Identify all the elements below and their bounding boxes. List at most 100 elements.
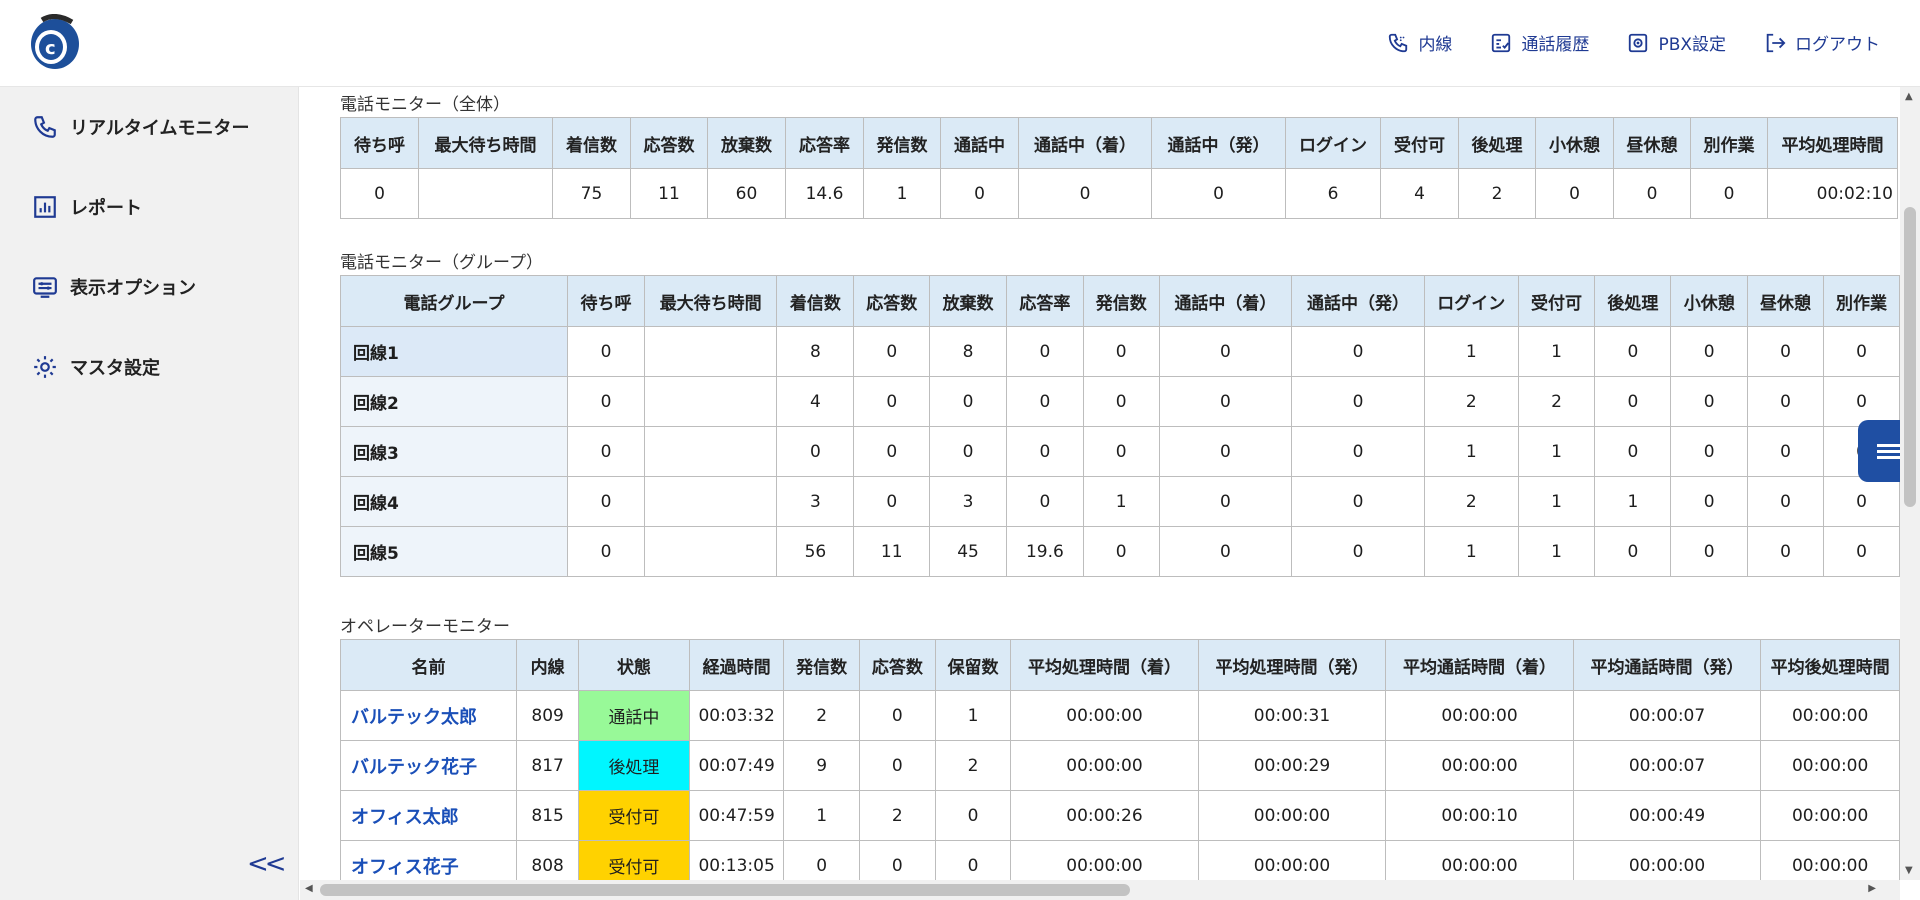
phone-icon [1389, 33, 1408, 52]
table-cell: 0 [934, 790, 1012, 841]
table-cell: 0 [1158, 526, 1293, 577]
column-header: 小休憩 [1670, 275, 1749, 327]
table-cell: 0 [1594, 426, 1672, 477]
nav-call-history[interactable]: 通話履歴 [1490, 30, 1589, 55]
table-cell [643, 326, 778, 377]
table-cell: 0 [1670, 426, 1749, 477]
table-cell: 60 [707, 168, 786, 219]
table-cell: 0 [1594, 326, 1672, 377]
column-header: 受付可 [1517, 275, 1596, 327]
table-cell: 00:00:07 [1572, 740, 1762, 791]
sidebar-item-master-settings[interactable]: マスタ設定 [32, 354, 160, 380]
table-cell: 0 [1005, 426, 1084, 477]
table-cell: 0 [567, 426, 645, 477]
table-cell: 0 [1291, 476, 1425, 527]
column-header: 平均後処理時間 [1760, 639, 1900, 691]
sidebar-collapse-button[interactable]: << [247, 849, 287, 879]
table-cell: 8 [929, 326, 1007, 377]
table-cell: 0 [1670, 376, 1749, 427]
column-header: 別作業 [1690, 117, 1768, 169]
operator-name-link[interactable]: オフィス花子 [339, 840, 518, 880]
table-cell [643, 526, 778, 577]
operator-name-link[interactable]: オフィス太郎 [339, 790, 518, 841]
column-header: 応答率 [785, 117, 864, 169]
table-cell: 1 [1423, 526, 1519, 577]
scroll-left-arrow-icon[interactable]: ◀ [305, 883, 313, 894]
table-cell: 808 [516, 840, 580, 880]
table-cell: 0 [1291, 426, 1425, 477]
table-cell: 0 [1158, 326, 1293, 377]
column-header: 放棄数 [929, 275, 1007, 327]
nav-logout[interactable]: ログアウト [1764, 30, 1880, 55]
table-cell: 0 [1747, 376, 1824, 427]
table-cell: 3 [776, 476, 855, 527]
table-cell: 0 [858, 740, 936, 791]
nav-extension[interactable]: 内線 [1387, 30, 1452, 55]
table-cell: 0 [1291, 376, 1425, 427]
column-header: 平均処理時間 [1767, 117, 1898, 169]
table-cell [643, 376, 778, 427]
status-badge: 後処理 [578, 740, 690, 791]
table-cell: 00:02:10 [1767, 168, 1898, 219]
table-cell: 2 [1458, 168, 1536, 219]
scroll-up-arrow-icon[interactable]: ▲ [1905, 91, 1913, 102]
column-header: 通話中 [940, 117, 1019, 169]
operator-name-link[interactable]: バルテック花子 [339, 740, 518, 791]
table-cell [643, 426, 778, 477]
table-cell: 0 [1747, 476, 1824, 527]
horizontal-scroll-thumb[interactable] [320, 884, 1130, 896]
column-header: 発信数 [863, 117, 941, 169]
column-header: 電話グループ [339, 275, 569, 327]
table-header-row: 名前 内線 状態 経過時間 発信数 応答数 保留数 平均処理時間（着） 平均処理時間（発） 平均通… [339, 639, 1900, 691]
status-badge: 通話中 [578, 690, 690, 741]
scroll-right-arrow-icon[interactable]: ▶ [1868, 883, 1876, 894]
table-cell: 2 [1517, 376, 1596, 427]
group-monitor-title: 電話モニター（グループ） [340, 253, 543, 273]
horizontal-scrollbar[interactable]: ◀ ▶ [300, 880, 1900, 900]
sidebar-item-display-options[interactable]: 表示オプション [32, 274, 196, 300]
table-cell: 56 [776, 526, 855, 577]
table-cell: 0 [853, 376, 931, 427]
column-header: ログイン [1423, 275, 1519, 327]
column-header: 着信数 [552, 117, 631, 169]
table-cell: 0 [853, 476, 931, 527]
table-cell: 0 [1535, 168, 1614, 219]
table-cell: 0 [567, 526, 645, 577]
table-cell: 2 [934, 740, 1012, 791]
table-cell: 00:00:00 [1760, 740, 1900, 791]
table-cell: 0 [858, 690, 936, 741]
table-cell: 2 [783, 690, 860, 741]
table-cell: 0 [1291, 326, 1425, 377]
vertical-scroll-thumb[interactable] [1904, 207, 1916, 507]
table-cell: 0 [1822, 476, 1900, 527]
table-cell: 00:47:59 [688, 790, 785, 841]
operator-monitor-title: オペレーターモニター [340, 617, 510, 637]
table-cell: 1 [1594, 476, 1672, 527]
sidebar-item-report[interactable]: レポート [32, 194, 142, 220]
nav-extension-label: 内線 [1418, 35, 1453, 55]
column-header: 最大待ち時間 [643, 275, 778, 327]
nav-pbx-settings[interactable]: PBX設定 [1627, 30, 1726, 55]
table-cell: 0 [1670, 526, 1749, 577]
table-cell: 815 [516, 790, 580, 841]
table-cell: 1 [934, 690, 1012, 741]
table-cell: 1 [1517, 526, 1596, 577]
table-cell: 0 [567, 376, 645, 427]
table-cell: 00:00:31 [1197, 690, 1387, 741]
table-cell: 00:00:10 [1385, 790, 1574, 841]
table-cell: 00:07:49 [688, 740, 785, 791]
table-cell: 14.6 [785, 168, 864, 219]
table-cell: 1 [1082, 476, 1160, 527]
app-logo[interactable]: c [28, 14, 82, 72]
nav-call-history-label: 通話履歴 [1521, 35, 1590, 55]
gear-icon [34, 356, 56, 378]
table-cell: 0 [940, 168, 1019, 219]
scroll-down-arrow-icon[interactable]: ▼ [1905, 865, 1913, 876]
column-header: 平均処理時間（発） [1197, 639, 1387, 691]
table-cell [643, 476, 778, 527]
column-header: 最大待ち時間 [418, 117, 553, 169]
table-cell: 0 [1822, 526, 1900, 577]
vertical-scrollbar[interactable]: ▲ ▼ [1900, 87, 1920, 880]
operator-name-link[interactable]: バルテック太郎 [339, 690, 518, 741]
sidebar-item-realtime-monitor[interactable]: リアルタイムモニター [32, 114, 249, 140]
